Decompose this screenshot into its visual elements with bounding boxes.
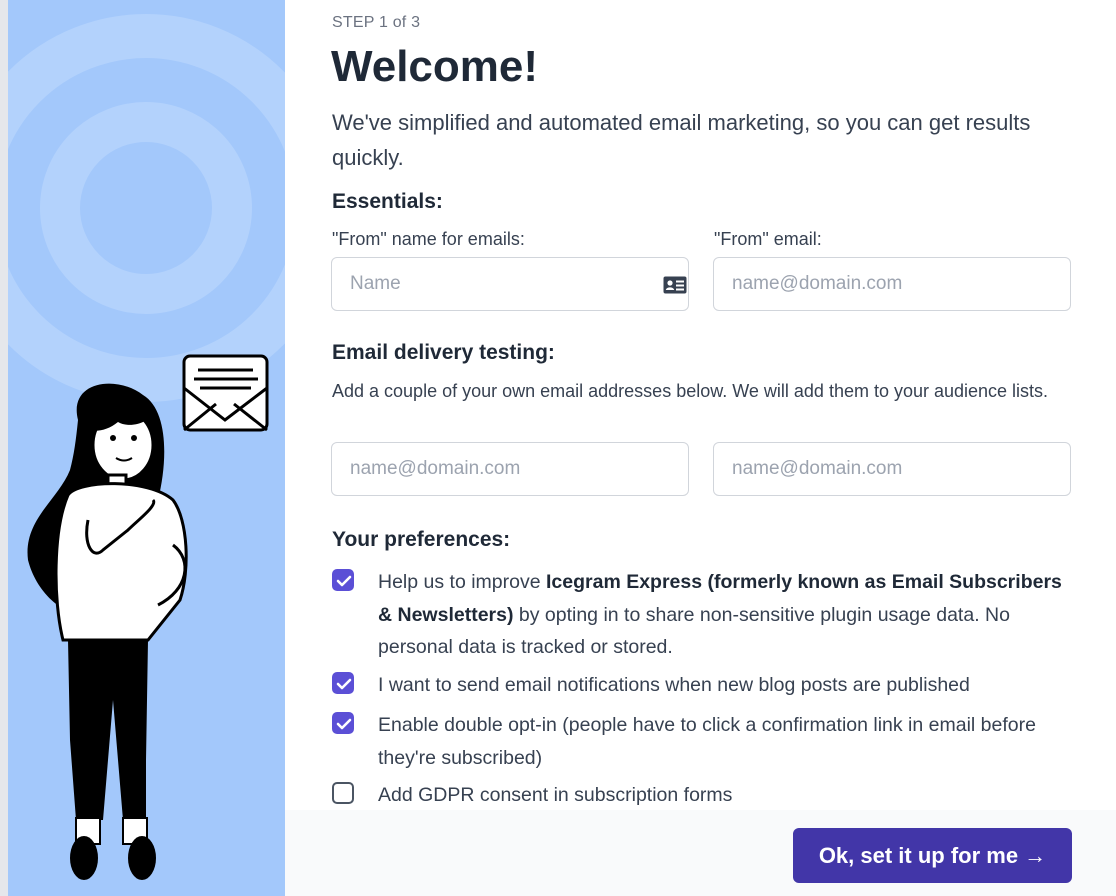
contact-card-icon: [663, 276, 687, 294]
gdpr-consent-label: Add GDPR consent in subscription forms: [378, 784, 733, 806]
essentials-heading: Essentials:: [332, 190, 443, 213]
from-email-label: "From" email:: [714, 229, 822, 249]
blog-notifications-label: I want to send email notifications when …: [378, 674, 970, 696]
decorative-ring-inner: [40, 102, 252, 314]
setup-wizard-content: STEP 1 of 3 Welcome! We've simplified an…: [285, 0, 1116, 896]
from-name-input[interactable]: [331, 257, 689, 311]
window-edge: [0, 0, 8, 896]
double-optin-label: Enable double opt-in (people have to cli…: [378, 714, 1036, 769]
from-email-input[interactable]: [713, 257, 1071, 311]
gdpr-consent-checkbox[interactable]: [332, 782, 354, 804]
woman-with-envelope-illustration: [8, 14, 285, 880]
setup-continue-button[interactable]: Ok, set it up for me →: [793, 828, 1072, 883]
blog-notifications-checkbox[interactable]: [332, 672, 354, 694]
usage-tracking-checkbox[interactable]: [332, 569, 354, 591]
envelope-icon: [182, 354, 269, 432]
step-indicator: STEP 1 of 3: [332, 14, 421, 31]
delivery-testing-description: Add a couple of your own email addresses…: [332, 381, 1049, 401]
double-optin-checkbox[interactable]: [332, 712, 354, 734]
from-name-label: "From" name for emails:: [332, 229, 525, 249]
preferences-heading: Your preferences:: [332, 528, 511, 551]
intro-text: We've simplified and automated email mar…: [332, 110, 1031, 170]
page-title: Welcome!: [331, 42, 539, 91]
illustration-panel: [8, 0, 285, 896]
test-email-input-2[interactable]: [713, 442, 1071, 496]
test-email-input-1[interactable]: [331, 442, 689, 496]
wizard-footer: Ok, set it up for me →: [285, 810, 1116, 896]
usage-tracking-label: Help us to improve Icegram Express (form…: [378, 571, 1062, 658]
delivery-testing-heading: Email delivery testing:: [332, 341, 555, 364]
